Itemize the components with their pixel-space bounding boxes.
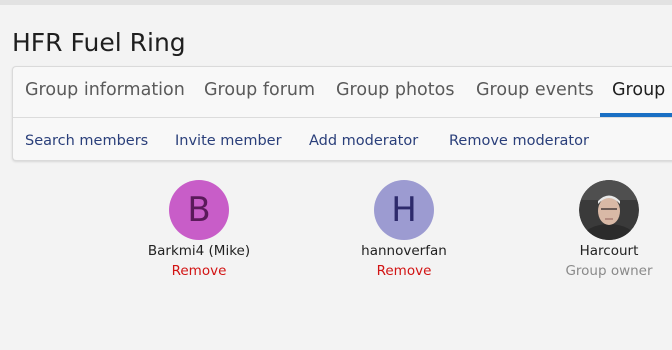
tab-group-information[interactable]: Group information [25, 80, 185, 100]
member-card: Harcourt Group owner [539, 180, 672, 279]
member-name[interactable]: Harcourt [539, 243, 672, 259]
invite-member-link[interactable]: Invite member [175, 133, 282, 149]
remove-member-link[interactable]: Remove [129, 263, 269, 279]
remove-member-link[interactable]: Remove [334, 263, 474, 279]
owner-photo-icon [579, 180, 639, 240]
remove-moderator-link[interactable]: Remove moderator [449, 133, 589, 149]
active-tab-indicator [600, 113, 672, 117]
avatar[interactable]: H [374, 180, 434, 240]
member-card: B Barkmi4 (Mike) Remove [129, 180, 269, 279]
group-nav-panel: Group information Group forum Group phot… [12, 66, 672, 161]
browser-top-strip [0, 0, 672, 5]
avatar[interactable]: B [169, 180, 229, 240]
tab-group-events[interactable]: Group events [476, 80, 594, 100]
members-subnav: Search members Invite member Add moderat… [13, 118, 672, 160]
add-moderator-link[interactable]: Add moderator [309, 133, 418, 149]
avatar-initial: B [187, 190, 211, 230]
page-title: HFR Fuel Ring [12, 28, 186, 57]
tab-group-photos[interactable]: Group photos [336, 80, 454, 100]
group-tabs: Group information Group forum Group phot… [13, 67, 672, 118]
member-name[interactable]: Barkmi4 (Mike) [129, 243, 269, 259]
member-card: H hannoverfan Remove [334, 180, 474, 279]
tab-group-members[interactable]: Group m [612, 80, 672, 100]
group-owner-label: Group owner [565, 263, 653, 279]
search-members-link[interactable]: Search members [25, 133, 148, 149]
member-name[interactable]: hannoverfan [334, 243, 474, 259]
avatar-initial: H [391, 190, 417, 230]
avatar[interactable] [579, 180, 639, 240]
tab-group-forum[interactable]: Group forum [204, 80, 315, 100]
